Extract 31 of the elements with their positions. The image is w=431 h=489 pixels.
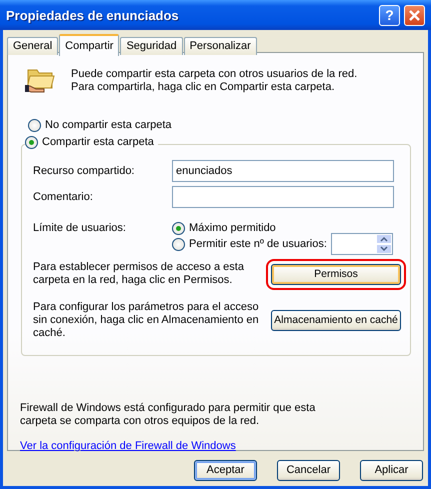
instruction-text: Para establecer permisos de acceso a esta carpeta en la red, haga clic en Permisos.	[33, 261, 245, 287]
radio-label: No compartir esta carpeta	[45, 119, 172, 132]
instruction-text: Para configurar los parámetros para el acceso sin conexión, haga clic en Almacenamiento en caché.	[33, 301, 260, 340]
action-button[interactable]: Almacenamiento en caché	[271, 310, 401, 331]
field-label: Límite de usuarios:	[33, 222, 127, 236]
radio-button[interactable]	[28, 119, 41, 132]
text-field[interactable]: enunciados	[172, 160, 394, 182]
dialog-button[interactable]: Aceptar	[194, 460, 257, 481]
dialog-button[interactable]: Cancelar	[277, 460, 340, 481]
radio-button[interactable]	[172, 238, 185, 250]
radio-button[interactable]	[172, 222, 185, 235]
help-button[interactable]: ?	[379, 4, 400, 26]
radio-label: Compartir esta carpeta	[42, 136, 154, 149]
intro-text: Puede compartir esta carpeta con otros usuarios de la red. Para compartirla, haga clic en Compartir esta carpeta.	[71, 67, 358, 94]
tab[interactable]: General	[7, 37, 58, 55]
field-label: Comentario:	[33, 190, 94, 204]
tab[interactable]: Compartir	[59, 34, 120, 56]
field-label: Recurso compartido:	[33, 164, 136, 178]
radio-button[interactable]	[25, 136, 38, 149]
firewall-link[interactable]: Ver la configuración de Firewall de Windows	[20, 440, 236, 453]
dialog-button[interactable]: Aplicar	[360, 460, 423, 481]
close-icon	[408, 9, 421, 22]
text-field[interactable]	[172, 186, 394, 208]
tab[interactable]: Personalizar	[184, 37, 257, 55]
window-title: Propiedades de enunciados	[6, 8, 180, 22]
close-button[interactable]	[404, 4, 425, 26]
number-spinner[interactable]	[330, 233, 393, 255]
radio-label: Permitir este nº de usuarios:	[189, 238, 327, 250]
firewall-note: Firewall de Windows está configurado para permitir que esta carpeta se comparta con otros equipos de la red.	[20, 402, 316, 428]
radio-label: Máximo permitido	[189, 222, 276, 235]
tab[interactable]: Seguridad	[120, 37, 183, 55]
